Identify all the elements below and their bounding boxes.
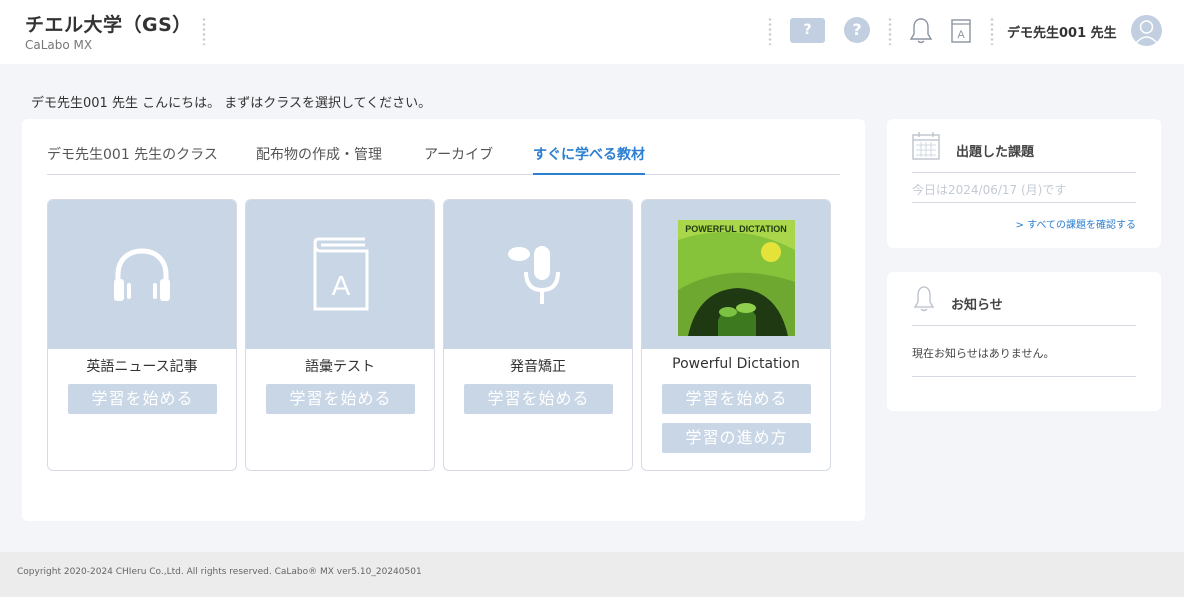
material-title: 発音矯正 (510, 359, 566, 375)
copyright: Copyright 2020-2024 CHIeru Co.,Ltd. All … (17, 567, 422, 577)
material-thumbnail: A (246, 200, 434, 349)
today-date: 今日は2024/06/17 (月)です (912, 183, 1067, 197)
help-circle-icon[interactable]: ? (844, 17, 870, 43)
divider (912, 202, 1136, 203)
calendar-icon (912, 132, 940, 160)
notices-panel: お知らせ 現在お知らせはありません。 (887, 272, 1161, 411)
book-a-icon: A (313, 237, 369, 310)
product-name: CaLabo MX (25, 38, 93, 52)
material-thumbnail (48, 200, 236, 349)
manual-help-button[interactable]: ? (790, 18, 825, 43)
book-cover-title: POWERFUL DICTATION (685, 224, 787, 234)
start-learning-button[interactable]: 学習を始める (68, 384, 217, 414)
book-a-icon[interactable]: A (949, 16, 973, 46)
assignments-panel: 出題した課題 今日は2024/06/17 (月)です > すべての課題を確認する (887, 119, 1161, 248)
greeting-message: デモ先生001 先生 こんにちは。 まずはクラスを選択してください。 (31, 96, 432, 111)
start-learning-button[interactable]: 学習を始める (266, 384, 415, 414)
svg-text:A: A (957, 29, 965, 41)
material-title: Powerful Dictation (672, 356, 800, 372)
how-to-learn-button[interactable]: 学習の進め方 (662, 423, 811, 453)
tab-quick-materials[interactable]: すぐに学べる教材 (533, 145, 645, 175)
start-learning-button[interactable]: 学習を始める (464, 384, 613, 414)
footer: Copyright 2020-2024 CHIeru Co.,Ltd. All … (0, 552, 1184, 597)
assignments-title: 出題した課題 (956, 145, 1035, 160)
speech-mic-icon (508, 245, 560, 304)
tab-archive[interactable]: アーカイブ (424, 145, 493, 175)
material-thumbnail: POWERFUL DICTATION (642, 200, 830, 349)
assignments-header: 出題した課題 (912, 129, 1136, 173)
material-title: 語彙テスト (305, 359, 375, 375)
user-name[interactable]: デモ先生001 先生 (1007, 22, 1117, 41)
headphones-icon (114, 247, 170, 301)
bell-icon (913, 286, 935, 312)
brand[interactable]: チエル大学（GS） CaLabo MX (25, 10, 192, 52)
user-icon (1135, 20, 1158, 44)
divider (912, 376, 1136, 377)
header-divider (990, 17, 994, 45)
material-title: 英語ニュース記事 (86, 359, 198, 375)
header-divider (202, 17, 206, 45)
no-notices-message: 現在お知らせはありません。 (912, 347, 1055, 360)
notices-title: お知らせ (951, 298, 1003, 313)
tab-my-classes[interactable]: デモ先生001 先生のクラス (47, 145, 218, 175)
notices-header: お知らせ (912, 282, 1136, 326)
bell-icon[interactable] (907, 16, 935, 46)
tab-bar: デモ先生001 先生のクラス 配布物の作成・管理 アーカイブ すぐに学べる教材 (47, 145, 840, 175)
material-card-pronunciation[interactable]: 発音矯正 学習を始める (443, 199, 633, 471)
app-header: チエル大学（GS） CaLabo MX ? ? A デモ先生001 先生 (0, 0, 1184, 64)
material-card-vocab[interactable]: A 語彙テスト 学習を始める (245, 199, 435, 471)
university-title: チエル大学（GS） (25, 14, 192, 36)
avatar[interactable] (1131, 15, 1162, 46)
main-panel: デモ先生001 先生のクラス 配布物の作成・管理 アーカイブ すぐに学べる教材 … (22, 119, 865, 521)
tab-distribution[interactable]: 配布物の作成・管理 (256, 145, 382, 175)
material-card-news[interactable]: 英語ニュース記事 学習を始める (47, 199, 237, 471)
header-divider (768, 17, 772, 45)
view-all-assignments-link[interactable]: > すべての課題を確認する (1016, 216, 1136, 231)
svg-text:A: A (332, 270, 351, 301)
header-divider (888, 17, 892, 45)
material-thumbnail (444, 200, 632, 349)
material-card-dictation[interactable]: POWERFUL DICTATION Powerful Dictation 学習… (641, 199, 831, 471)
book-cover-image: POWERFUL DICTATION (678, 220, 795, 336)
start-learning-button[interactable]: 学習を始める (662, 384, 811, 414)
